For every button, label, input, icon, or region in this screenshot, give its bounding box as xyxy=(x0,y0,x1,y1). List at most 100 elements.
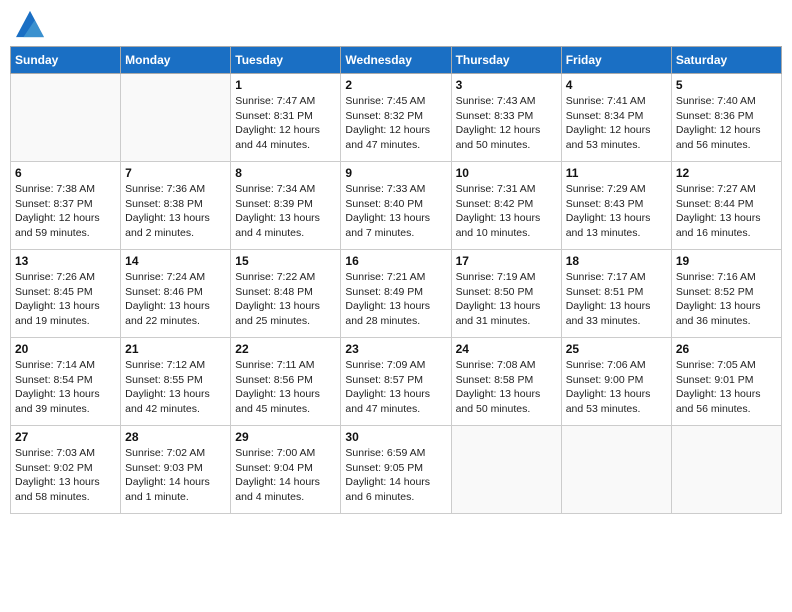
day-info: Sunrise: 7:38 AM Sunset: 8:37 PM Dayligh… xyxy=(15,182,116,241)
calendar-day-header: Wednesday xyxy=(341,47,451,74)
day-number: 19 xyxy=(676,254,777,268)
calendar-cell: 20 Sunrise: 7:14 AM Sunset: 8:54 PM Dayli… xyxy=(11,338,121,426)
day-info: Sunrise: 7:45 AM Sunset: 8:32 PM Dayligh… xyxy=(345,94,446,153)
day-number: 30 xyxy=(345,430,446,444)
calendar-cell: 12Sunrise: 7:27 AM Sunset: 8:44 PM Dayli… xyxy=(671,162,781,250)
day-info: Sunrise: 7:12 AM Sunset: 8:55 PM Dayligh… xyxy=(125,358,226,417)
calendar-cell: 1Sunrise: 7:47 AM Sunset: 8:31 PM Daylig… xyxy=(231,74,341,162)
calendar-cell: 19Sunrise: 7:16 AM Sunset: 8:52 PM Dayli… xyxy=(671,250,781,338)
calendar-cell: 9 Sunrise: 7:33 AM Sunset: 8:40 PM Daylig… xyxy=(341,162,451,250)
day-number: 25 xyxy=(566,342,667,356)
day-info: Sunrise: 7:05 AM Sunset: 9:01 PM Dayligh… xyxy=(676,358,777,417)
calendar-table: SundayMondayTuesdayWednesdayThursdayFrid… xyxy=(10,46,782,514)
day-info: Sunrise: 7:22 AM Sunset: 8:48 PM Dayligh… xyxy=(235,270,336,329)
day-number: 21 xyxy=(125,342,226,356)
calendar-cell xyxy=(451,426,561,514)
calendar-cell: 26 Sunrise: 7:05 AM Sunset: 9:01 PM Dayli… xyxy=(671,338,781,426)
calendar-cell: 7Sunrise: 7:36 AM Sunset: 8:38 PM Daylig… xyxy=(121,162,231,250)
calendar-cell: 6 Sunrise: 7:38 AM Sunset: 8:37 PM Daylig… xyxy=(11,162,121,250)
day-info: Sunrise: 7:29 AM Sunset: 8:43 PM Dayligh… xyxy=(566,182,667,241)
calendar-cell: 22 Sunrise: 7:11 AM Sunset: 8:56 PM Dayli… xyxy=(231,338,341,426)
calendar-day-header: Saturday xyxy=(671,47,781,74)
calendar-day-header: Friday xyxy=(561,47,671,74)
day-info: Sunrise: 7:36 AM Sunset: 8:38 PM Dayligh… xyxy=(125,182,226,241)
calendar-week-row: 13 Sunrise: 7:26 AM Sunset: 8:45 PM Dayli… xyxy=(11,250,782,338)
day-info: Sunrise: 7:33 AM Sunset: 8:40 PM Dayligh… xyxy=(345,182,446,241)
day-info: Sunrise: 7:09 AM Sunset: 8:57 PM Dayligh… xyxy=(345,358,446,417)
day-info: Sunrise: 7:41 AM Sunset: 8:34 PM Dayligh… xyxy=(566,94,667,153)
day-info: Sunrise: 7:17 AM Sunset: 8:51 PM Dayligh… xyxy=(566,270,667,329)
calendar-week-row: 20 Sunrise: 7:14 AM Sunset: 8:54 PM Dayli… xyxy=(11,338,782,426)
calendar-week-row: 1Sunrise: 7:47 AM Sunset: 8:31 PM Daylig… xyxy=(11,74,782,162)
day-number: 13 xyxy=(15,254,116,268)
day-number: 22 xyxy=(235,342,336,356)
day-number: 27 xyxy=(15,430,116,444)
day-number: 20 xyxy=(15,342,116,356)
day-number: 15 xyxy=(235,254,336,268)
day-info: Sunrise: 7:11 AM Sunset: 8:56 PM Dayligh… xyxy=(235,358,336,417)
calendar-cell: 11 Sunrise: 7:29 AM Sunset: 8:43 PM Dayli… xyxy=(561,162,671,250)
calendar-cell: 24 Sunrise: 7:08 AM Sunset: 8:58 PM Dayli… xyxy=(451,338,561,426)
calendar-cell: 28 Sunrise: 7:02 AM Sunset: 9:03 PM Dayli… xyxy=(121,426,231,514)
page-header xyxy=(10,10,782,38)
day-info: Sunrise: 7:06 AM Sunset: 9:00 PM Dayligh… xyxy=(566,358,667,417)
calendar-cell: 14 Sunrise: 7:24 AM Sunset: 8:46 PM Dayli… xyxy=(121,250,231,338)
day-info: Sunrise: 7:19 AM Sunset: 8:50 PM Dayligh… xyxy=(456,270,557,329)
calendar-cell xyxy=(11,74,121,162)
day-info: Sunrise: 7:26 AM Sunset: 8:45 PM Dayligh… xyxy=(15,270,116,329)
day-info: Sunrise: 7:24 AM Sunset: 8:46 PM Dayligh… xyxy=(125,270,226,329)
day-number: 4 xyxy=(566,78,667,92)
calendar-cell xyxy=(561,426,671,514)
day-number: 9 xyxy=(345,166,446,180)
day-number: 5 xyxy=(676,78,777,92)
calendar-cell: 2 Sunrise: 7:45 AM Sunset: 8:32 PM Daylig… xyxy=(341,74,451,162)
day-info: Sunrise: 7:43 AM Sunset: 8:33 PM Dayligh… xyxy=(456,94,557,153)
day-info: Sunrise: 7:00 AM Sunset: 9:04 PM Dayligh… xyxy=(235,446,336,505)
calendar-day-header: Thursday xyxy=(451,47,561,74)
day-info: Sunrise: 7:21 AM Sunset: 8:49 PM Dayligh… xyxy=(345,270,446,329)
calendar-cell: 30 Sunrise: 6:59 AM Sunset: 9:05 PM Dayli… xyxy=(341,426,451,514)
day-number: 17 xyxy=(456,254,557,268)
day-number: 11 xyxy=(566,166,667,180)
calendar-cell: 15 Sunrise: 7:22 AM Sunset: 8:48 PM Dayli… xyxy=(231,250,341,338)
day-info: Sunrise: 6:59 AM Sunset: 9:05 PM Dayligh… xyxy=(345,446,446,505)
calendar-cell: 25 Sunrise: 7:06 AM Sunset: 9:00 PM Dayli… xyxy=(561,338,671,426)
logo xyxy=(14,10,44,38)
calendar-cell: 4 Sunrise: 7:41 AM Sunset: 8:34 PM Daylig… xyxy=(561,74,671,162)
calendar-day-header: Sunday xyxy=(11,47,121,74)
day-info: Sunrise: 7:14 AM Sunset: 8:54 PM Dayligh… xyxy=(15,358,116,417)
day-info: Sunrise: 7:08 AM Sunset: 8:58 PM Dayligh… xyxy=(456,358,557,417)
calendar-day-header: Tuesday xyxy=(231,47,341,74)
day-number: 23 xyxy=(345,342,446,356)
day-number: 14 xyxy=(125,254,226,268)
day-number: 28 xyxy=(125,430,226,444)
day-info: Sunrise: 7:02 AM Sunset: 9:03 PM Dayligh… xyxy=(125,446,226,505)
calendar-cell: 17 Sunrise: 7:19 AM Sunset: 8:50 PM Dayli… xyxy=(451,250,561,338)
day-number: 2 xyxy=(345,78,446,92)
calendar-cell: 18 Sunrise: 7:17 AM Sunset: 8:51 PM Dayli… xyxy=(561,250,671,338)
calendar-cell: 5 Sunrise: 7:40 AM Sunset: 8:36 PM Daylig… xyxy=(671,74,781,162)
calendar-cell: 23 Sunrise: 7:09 AM Sunset: 8:57 PM Dayli… xyxy=(341,338,451,426)
calendar-cell: 10Sunrise: 7:31 AM Sunset: 8:42 PM Dayli… xyxy=(451,162,561,250)
day-number: 16 xyxy=(345,254,446,268)
day-number: 1 xyxy=(235,78,336,92)
calendar-cell: 21 Sunrise: 7:12 AM Sunset: 8:55 PM Dayli… xyxy=(121,338,231,426)
logo-text xyxy=(14,10,44,38)
calendar-week-row: 6 Sunrise: 7:38 AM Sunset: 8:37 PM Daylig… xyxy=(11,162,782,250)
calendar-cell: 29Sunrise: 7:00 AM Sunset: 9:04 PM Dayli… xyxy=(231,426,341,514)
day-number: 26 xyxy=(676,342,777,356)
day-info: Sunrise: 7:34 AM Sunset: 8:39 PM Dayligh… xyxy=(235,182,336,241)
day-info: Sunrise: 7:40 AM Sunset: 8:36 PM Dayligh… xyxy=(676,94,777,153)
day-number: 10 xyxy=(456,166,557,180)
calendar-header-row: SundayMondayTuesdayWednesdayThursdayFrid… xyxy=(11,47,782,74)
calendar-cell: 27 Sunrise: 7:03 AM Sunset: 9:02 PM Dayli… xyxy=(11,426,121,514)
day-number: 3 xyxy=(456,78,557,92)
calendar-cell: 8 Sunrise: 7:34 AM Sunset: 8:39 PM Daylig… xyxy=(231,162,341,250)
calendar-cell: 3 Sunrise: 7:43 AM Sunset: 8:33 PM Daylig… xyxy=(451,74,561,162)
day-info: Sunrise: 7:03 AM Sunset: 9:02 PM Dayligh… xyxy=(15,446,116,505)
calendar-cell xyxy=(121,74,231,162)
day-number: 18 xyxy=(566,254,667,268)
day-number: 24 xyxy=(456,342,557,356)
day-number: 6 xyxy=(15,166,116,180)
day-number: 8 xyxy=(235,166,336,180)
